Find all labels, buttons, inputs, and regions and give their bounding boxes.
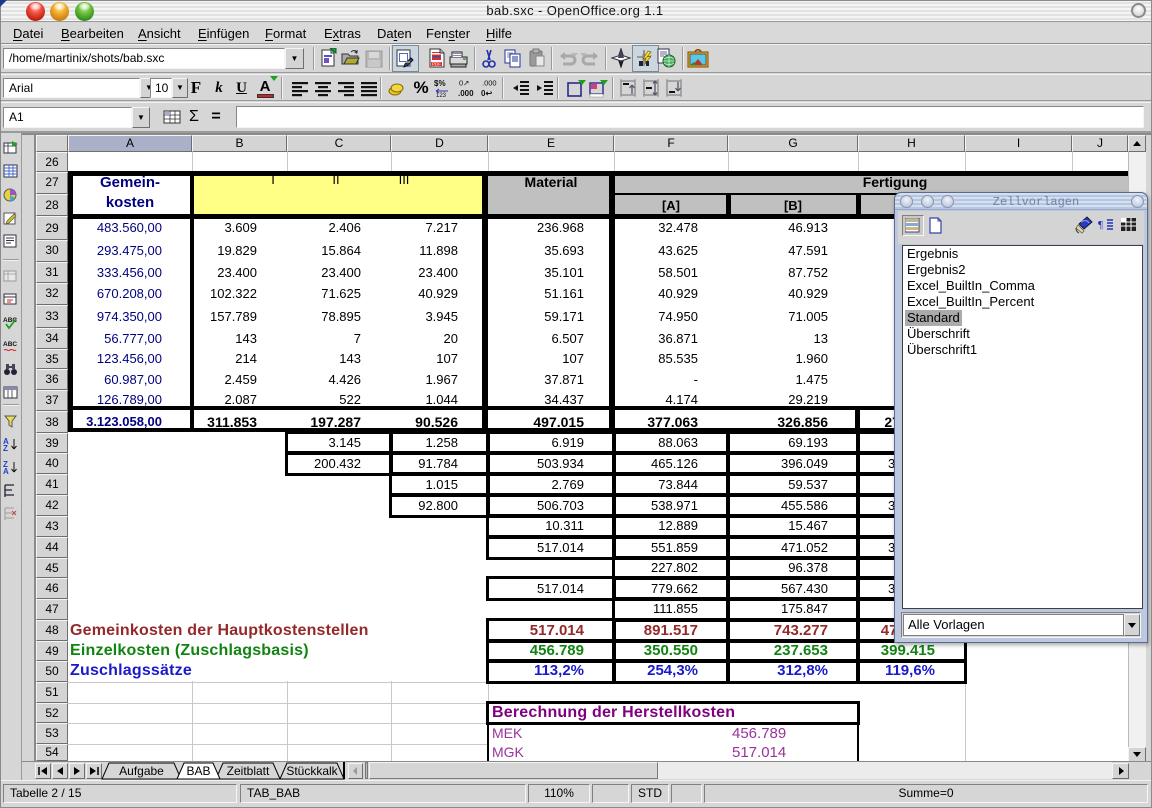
svg-text:$%: $% bbox=[434, 79, 446, 88]
svg-text:ABC: ABC bbox=[3, 341, 17, 348]
svg-text:.000: .000 bbox=[482, 79, 497, 88]
svg-text:0↩: 0↩ bbox=[481, 89, 492, 98]
svg-text:A: A bbox=[3, 467, 9, 475]
svg-text:PDF: PDF bbox=[432, 62, 441, 67]
svg-text:.000: .000 bbox=[458, 89, 474, 98]
svg-text:123: 123 bbox=[436, 93, 447, 98]
svg-text:0↗: 0↗ bbox=[459, 79, 469, 88]
svg-text:¶: ¶ bbox=[1098, 219, 1103, 231]
svg-text:Z: Z bbox=[3, 444, 8, 452]
